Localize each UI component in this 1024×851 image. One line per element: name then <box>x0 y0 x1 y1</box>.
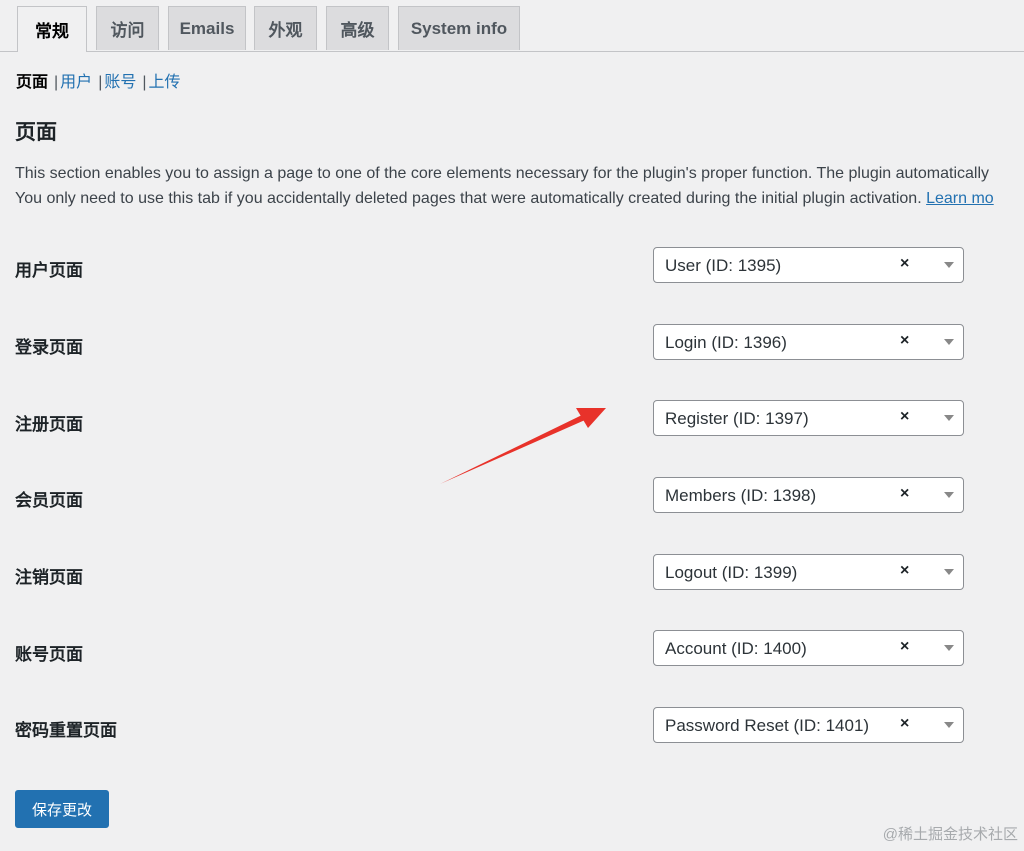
members-page-select[interactable]: Members (ID: 1398) × <box>653 477 964 513</box>
subnav-separator: | <box>54 74 59 91</box>
save-changes-button[interactable]: 保存更改 <box>15 790 109 828</box>
subnav-separator: | <box>98 74 103 91</box>
clear-selection-icon[interactable]: × <box>900 255 909 273</box>
subnav-current-pages: 页面 <box>16 74 49 91</box>
learn-more-link[interactable]: Learn mo <box>926 190 994 207</box>
settings-tab-bar: 常规 访问 Emails 外观 高级 System info <box>0 0 1024 52</box>
account-page-select[interactable]: Account (ID: 1400) × <box>653 630 964 666</box>
select-value: Account (ID: 1400) <box>665 639 807 658</box>
clear-selection-icon[interactable]: × <box>900 638 909 656</box>
select-value: User (ID: 1395) <box>665 256 782 275</box>
clear-selection-icon[interactable]: × <box>900 485 909 503</box>
user-page-select[interactable]: User (ID: 1395) × <box>653 247 964 283</box>
clear-selection-icon[interactable]: × <box>900 715 909 733</box>
clear-selection-icon[interactable]: × <box>900 332 909 350</box>
dropdown-arrow-icon[interactable] <box>944 492 954 498</box>
tab-advanced[interactable]: 高级 <box>326 6 389 50</box>
select-value: Login (ID: 1396) <box>665 333 787 352</box>
dropdown-arrow-icon[interactable] <box>944 339 954 345</box>
tab-emails[interactable]: Emails <box>168 6 246 50</box>
login-page-select[interactable]: Login (ID: 1396) × <box>653 324 964 360</box>
password-reset-page-select[interactable]: Password Reset (ID: 1401) × <box>653 707 964 743</box>
row-label-login-page: 登录页面 <box>15 338 83 357</box>
subnav-link-account[interactable]: 账号 <box>104 74 136 91</box>
row-label-account-page: 账号页面 <box>15 645 83 664</box>
row-label-logout-page: 注销页面 <box>15 568 83 587</box>
subnav-link-users[interactable]: 用户 <box>60 74 92 91</box>
tab-system-info[interactable]: System info <box>398 6 520 50</box>
select-value: Logout (ID: 1399) <box>665 563 798 582</box>
section-description: This section enables you to assign a pag… <box>15 161 1024 211</box>
dropdown-arrow-icon[interactable] <box>944 415 954 421</box>
dropdown-arrow-icon[interactable] <box>944 645 954 651</box>
description-line-1: This section enables you to assign a pag… <box>15 165 990 182</box>
clear-selection-icon[interactable]: × <box>900 408 909 426</box>
dropdown-arrow-icon[interactable] <box>944 722 954 728</box>
tab-general[interactable]: 常规 <box>17 6 87 52</box>
subnav-separator: | <box>142 74 147 91</box>
select-value: Password Reset (ID: 1401) <box>665 716 870 735</box>
section-title: 页面 <box>15 121 57 144</box>
row-label-user-page: 用户页面 <box>15 261 83 280</box>
dropdown-arrow-icon[interactable] <box>944 569 954 575</box>
row-label-members-page: 会员页面 <box>15 491 83 510</box>
watermark: @稀土掘金技术社区 <box>882 826 1018 843</box>
row-label-register-page: 注册页面 <box>15 415 83 434</box>
subsection-nav: 页面 | 用户 | 账号 | 上传 <box>16 68 181 92</box>
clear-selection-icon[interactable]: × <box>900 562 909 580</box>
dropdown-arrow-icon[interactable] <box>944 262 954 268</box>
description-line-2-text: You only need to use this tab if you acc… <box>15 190 922 207</box>
tab-appearance[interactable]: 外观 <box>254 6 317 50</box>
tab-access[interactable]: 访问 <box>96 6 159 50</box>
subnav-link-uploads[interactable]: 上传 <box>149 74 181 91</box>
register-page-select[interactable]: Register (ID: 1397) × <box>653 400 964 436</box>
select-value: Register (ID: 1397) <box>665 409 809 428</box>
row-label-password-reset-page: 密码重置页面 <box>15 721 117 740</box>
select-value: Members (ID: 1398) <box>665 486 817 505</box>
description-line-2: You only need to use this tab if you acc… <box>15 186 1024 211</box>
logout-page-select[interactable]: Logout (ID: 1399) × <box>653 554 964 590</box>
